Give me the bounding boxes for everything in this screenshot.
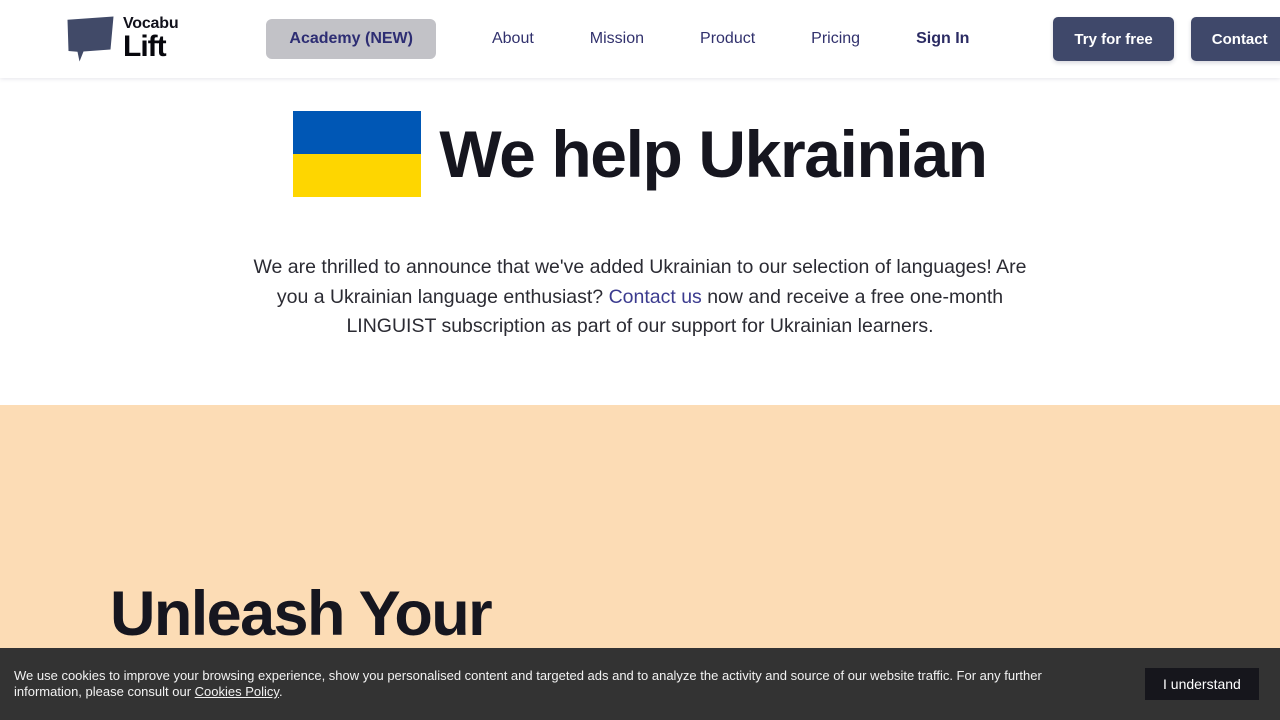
nav-item-pricing[interactable]: Pricing <box>783 19 888 59</box>
hero-section: We help Ukrainian We are thrilled to ann… <box>0 78 1280 405</box>
logo-wordmark: Vocabu Lift <box>123 16 179 64</box>
nav-item-mission[interactable]: Mission <box>562 19 672 59</box>
cookie-text-after: . <box>278 684 283 699</box>
contact-button[interactable]: Contact <box>1190 17 1280 61</box>
speech-bubble-logo-icon <box>67 16 114 62</box>
nav-item-product[interactable]: Product <box>672 19 783 59</box>
nav-item-academy[interactable]: Academy (NEW) <box>266 19 436 59</box>
cookie-consent-banner: We use cookies to improve your browsing … <box>0 648 1280 720</box>
try-for-free-button[interactable]: Try for free <box>1053 17 1174 61</box>
hero-paragraph: We are thrilled to announce that we've a… <box>245 253 1035 342</box>
cookie-text-before: We use cookies to improve your browsing … <box>14 668 1042 699</box>
nav-item-sign-in[interactable]: Sign In <box>888 19 997 59</box>
ukraine-flag-icon <box>293 111 422 197</box>
header-actions: Try for free Contact <box>1053 17 1280 61</box>
flag-stripe-yellow <box>293 154 422 197</box>
nav-item-about[interactable]: About <box>464 19 562 59</box>
contact-us-link[interactable]: Contact us <box>609 286 702 308</box>
unleash-heading: Unleash Your <box>110 579 493 649</box>
hero-heading: We help Ukrainian <box>439 117 988 191</box>
hero-title-row: We help Ukrainian <box>0 78 1280 197</box>
logo[interactable]: Vocabu Lift <box>66 11 179 67</box>
accept-cookies-button[interactable]: I understand <box>1145 668 1259 700</box>
logo-word-bottom: Lift <box>123 30 167 64</box>
cookies-policy-link[interactable]: Cookies Policy <box>195 684 279 699</box>
flag-stripe-blue <box>293 111 422 154</box>
cookie-banner-text: We use cookies to improve your browsing … <box>14 668 1089 700</box>
scrollbar-gutter[interactable] <box>1270 0 1280 720</box>
site-header: Vocabu Lift Academy (NEW) About Mission … <box>0 0 1280 78</box>
main-navigation: Academy (NEW) About Mission Product Pric… <box>266 19 997 59</box>
